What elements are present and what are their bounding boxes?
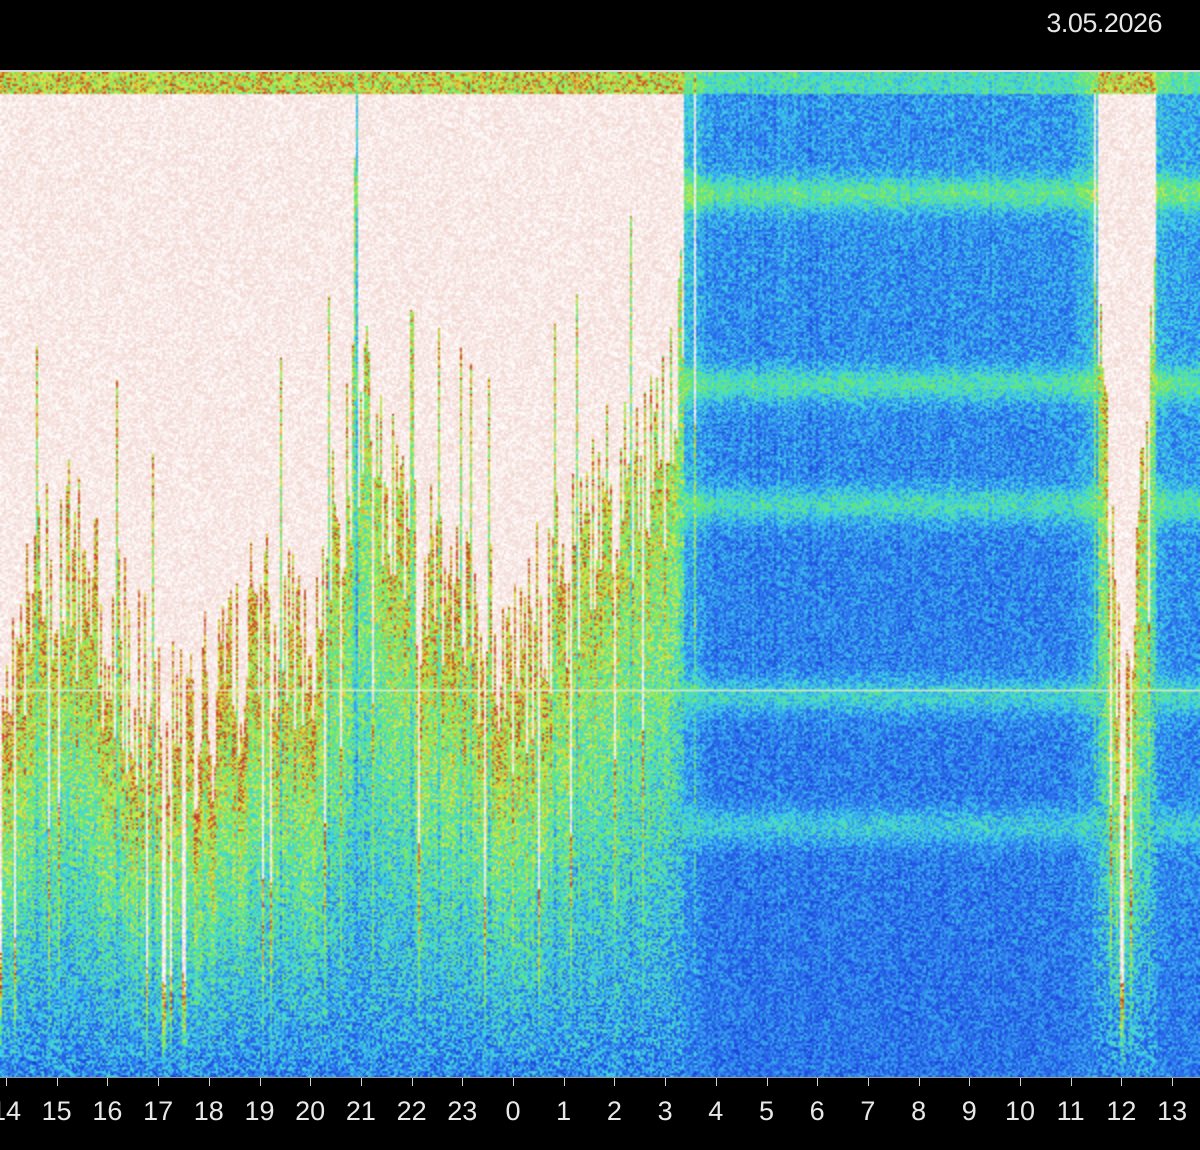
x-tick-mark [56, 1078, 58, 1086]
x-tick-label: 4 [708, 1096, 724, 1126]
x-tick-label: 8 [911, 1096, 927, 1126]
date-label: 3.05.2026 [1046, 8, 1162, 38]
x-tick-mark [1070, 1078, 1072, 1086]
x-tick-label: 6 [809, 1096, 825, 1126]
x-tick-label: 10 [1004, 1096, 1036, 1126]
x-tick-label: 20 [295, 1096, 326, 1126]
x-tick-label: 9 [961, 1096, 977, 1126]
x-tick-mark [360, 1078, 362, 1086]
x-tick-mark [310, 1078, 312, 1086]
x-tick-label: 15 [41, 1096, 72, 1126]
x-tick-label: 5 [758, 1096, 775, 1126]
x-tick-mark [6, 1078, 7, 1086]
x-tick-mark [107, 1078, 109, 1086]
spectrogram-heatmap [0, 72, 1200, 1077]
x-tick-mark [208, 1078, 210, 1086]
x-tick-mark [1121, 1078, 1123, 1086]
schumann-spectrogram-chart: 3.05.2026 141516171819202122230123456789… [0, 0, 1200, 1150]
x-tick-mark [563, 1078, 565, 1086]
x-tick-mark [513, 1078, 514, 1086]
x-tick-mark [614, 1078, 616, 1086]
x-tick-label: 14 [0, 1096, 22, 1126]
x-tick-mark [665, 1078, 667, 1086]
x-tick-label: 21 [345, 1096, 376, 1126]
x-tick-mark [715, 1078, 717, 1086]
x-tick-mark [1172, 1078, 1174, 1086]
x-tick-mark [158, 1078, 160, 1086]
x-tick-mark [867, 1078, 869, 1086]
x-tick-label: 18 [193, 1096, 224, 1126]
x-tick-mark [969, 1078, 971, 1086]
x-tick-label: 7 [860, 1096, 876, 1126]
x-tick-label: 1 [556, 1096, 572, 1126]
x-tick-mark [918, 1078, 920, 1086]
x-tick-label: 22 [396, 1096, 427, 1126]
x-tick-label: 2 [606, 1096, 622, 1126]
x-tick-label: 3 [657, 1096, 673, 1126]
x-tick-label: 12 [1106, 1096, 1137, 1126]
x-tick-mark [411, 1078, 413, 1086]
x-tick-label: 17 [143, 1096, 174, 1126]
x-axis: 14151617181920212223012345678910111213 [0, 1078, 1200, 1150]
x-tick-label: 11 [1056, 1096, 1085, 1126]
x-tick-label: 23 [447, 1096, 478, 1126]
x-tick-label: 16 [92, 1096, 123, 1126]
x-tick-label: 19 [244, 1096, 275, 1126]
x-tick-mark [462, 1078, 464, 1086]
x-tick-mark [259, 1078, 261, 1086]
x-tick-mark [817, 1078, 819, 1086]
x-tick-label: 13 [1157, 1096, 1188, 1126]
x-tick-mark [766, 1078, 768, 1086]
x-tick-label: 0 [505, 1096, 521, 1126]
x-tick-mark [1020, 1078, 1021, 1086]
